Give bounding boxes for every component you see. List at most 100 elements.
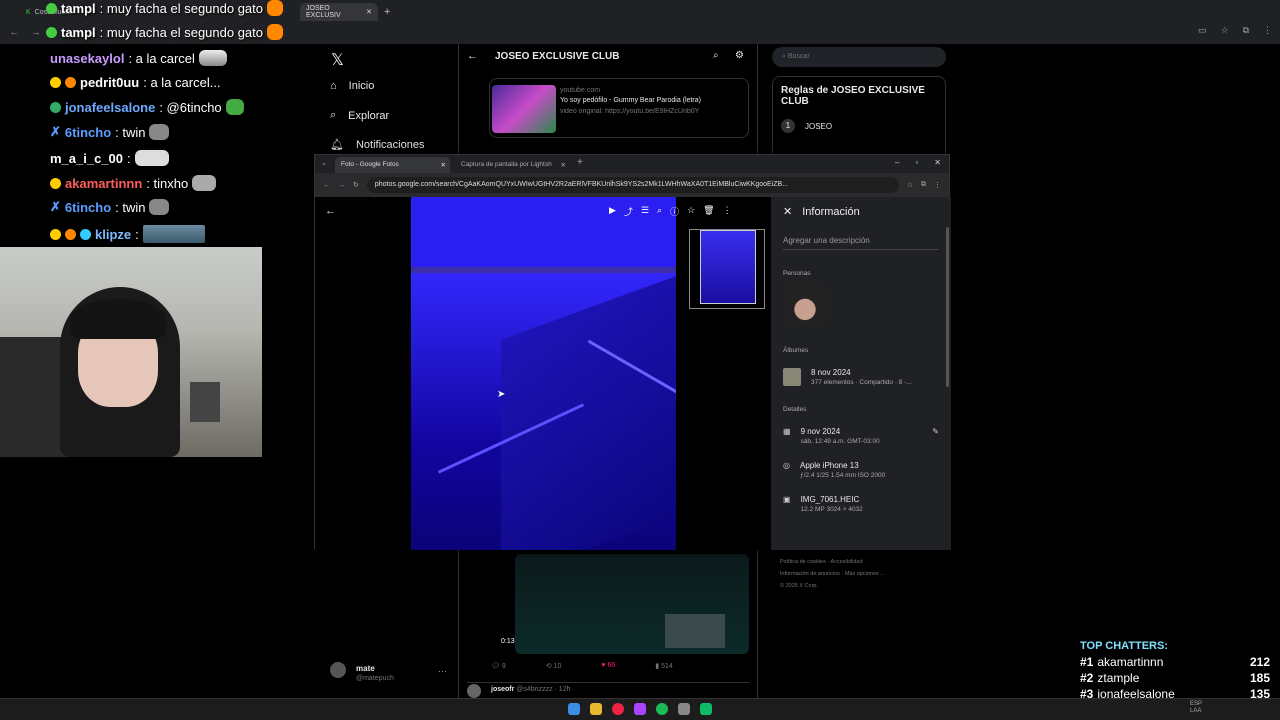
close-icon[interactable]: ✕ bbox=[441, 161, 446, 169]
divider bbox=[467, 682, 749, 683]
photo bbox=[411, 197, 676, 550]
new-tab-button[interactable]: + bbox=[378, 3, 392, 21]
windows-start-icon[interactable] bbox=[568, 703, 580, 715]
scrollbar[interactable] bbox=[946, 227, 949, 387]
rules-card: Reglas de JOSEO EXCLUSIVE CLUB 1 JOSEO bbox=[772, 76, 946, 166]
share-icon[interactable]: ⤴ bbox=[624, 205, 633, 218]
date-row: ▦ 9 nov 2024 sáb, 12:49 a.m. GMT-03:00 ✎ bbox=[783, 427, 939, 445]
image-icon: ▣ bbox=[783, 495, 791, 504]
search-icon: ⌕ bbox=[330, 109, 337, 121]
link-card[interactable]: youtube.com Yo soy pedófilo - Gummy Bear… bbox=[489, 78, 749, 138]
album-row[interactable]: 8 nov 2024 377 elementos · Compartido · 8… bbox=[783, 368, 939, 386]
info-icon[interactable]: ⓘ bbox=[670, 205, 679, 218]
star-icon[interactable]: ☆ bbox=[687, 205, 695, 218]
gear-icon[interactable]: ⚙ bbox=[735, 50, 744, 61]
speaker bbox=[190, 382, 220, 422]
video-time: 0:13 bbox=[501, 638, 515, 645]
x-logo-icon[interactable]: 𝕏 bbox=[331, 50, 344, 70]
extension-icon[interactable]: ⧉ bbox=[1243, 25, 1249, 36]
folder-icon[interactable] bbox=[590, 703, 602, 715]
info-header: ✕ Información bbox=[783, 205, 939, 219]
photo-edge bbox=[411, 267, 676, 273]
footer-link[interactable]: Accesibilidad bbox=[830, 559, 862, 565]
video-frame bbox=[665, 614, 725, 648]
pencil-icon[interactable]: ✎ bbox=[932, 427, 939, 436]
back-icon[interactable]: ← bbox=[8, 27, 20, 37]
person-face[interactable] bbox=[783, 283, 827, 327]
views-button[interactable]: ▮ 514 bbox=[655, 662, 672, 670]
window-tab[interactable]: Captura de pantalla por Lightsh ✕ bbox=[455, 157, 570, 173]
back-arrow-icon[interactable]: ← bbox=[467, 50, 478, 62]
url-input[interactable]: photos.google.com/search/CgAaKAomQUYxUWI… bbox=[366, 177, 899, 193]
repost-button[interactable]: ⟲ 10 bbox=[546, 662, 562, 670]
footer-link[interactable]: Política de cookies bbox=[780, 559, 826, 565]
search-input[interactable]: ⌕ Buscar bbox=[772, 47, 946, 67]
avatar[interactable] bbox=[467, 684, 481, 698]
menu-icon[interactable]: ⋮ bbox=[934, 181, 941, 189]
account-name: mate bbox=[356, 664, 375, 673]
back-icon[interactable]: ← bbox=[323, 182, 330, 189]
post-author: joseofr @s4brizzzz · 12h bbox=[491, 686, 571, 693]
window-controls: – ▫ ✕ bbox=[895, 158, 941, 167]
minimize-icon[interactable]: – bbox=[895, 158, 899, 167]
chat-message: tampl: muy facha el segundo gato bbox=[46, 24, 284, 40]
nav-label: Inicio bbox=[348, 80, 375, 92]
video-player[interactable]: 0:13 bbox=[501, 554, 749, 654]
close-icon[interactable]: ✕ bbox=[934, 158, 941, 167]
card-domain: youtube.com bbox=[560, 87, 601, 94]
edit-icon[interactable]: ☰ bbox=[641, 205, 649, 218]
extension-icon[interactable]: ⧉ bbox=[921, 181, 926, 189]
zoom-icon[interactable]: ⌕ bbox=[657, 205, 662, 218]
chat-message: jonafeelsalone: @6tincho bbox=[50, 99, 244, 115]
album-thumbnail bbox=[783, 368, 801, 386]
close-icon[interactable]: ✕ bbox=[783, 205, 792, 218]
reply-button[interactable]: 💬︎ 9 bbox=[491, 662, 506, 670]
nav-notifications[interactable]: 🔔︎ Notificaciones bbox=[330, 138, 424, 152]
footer-links: Política de cookies · Accesibilidad Info… bbox=[780, 559, 885, 589]
app-icon[interactable] bbox=[634, 703, 646, 715]
star-icon[interactable]: ☆ bbox=[1220, 25, 1228, 36]
forward-icon[interactable]: → bbox=[338, 182, 345, 189]
back-arrow-icon[interactable]: ← bbox=[325, 205, 336, 217]
play-icon[interactable]: ▶ bbox=[609, 205, 616, 218]
new-tab-button[interactable]: + bbox=[577, 157, 583, 168]
tab-search-icon[interactable]: ⌄ bbox=[321, 159, 327, 167]
description-input[interactable]: Agregar una descripción bbox=[783, 236, 939, 250]
nav-home[interactable]: ⌂ Inicio bbox=[330, 80, 374, 92]
star-icon[interactable]: ☆ bbox=[907, 181, 913, 189]
info-title: Información bbox=[802, 205, 860, 218]
like-button[interactable]: ♥ 66 bbox=[601, 662, 615, 670]
chat-message: ✗ 6tincho: twin bbox=[50, 124, 170, 140]
trash-icon[interactable]: 🗑︎ bbox=[703, 205, 714, 218]
reload-icon[interactable]: ↻ bbox=[353, 181, 359, 189]
window-tab-active[interactable]: Foto - Google Fotos ✕ bbox=[335, 157, 450, 173]
menu-icon[interactable]: ⋮ bbox=[1263, 25, 1272, 36]
chatter-row: #1 akamartinnn 212 bbox=[1080, 655, 1270, 669]
albums-label: Álbumes bbox=[783, 347, 809, 354]
sword-icon: ✗ bbox=[50, 199, 61, 214]
cast-icon[interactable]: ▭ bbox=[1198, 25, 1207, 36]
chat-message: pedrit0uu: a la carcel... bbox=[50, 75, 221, 90]
nav-explore[interactable]: ⌕ Explorar bbox=[330, 109, 389, 122]
close-icon[interactable]: ✕ bbox=[366, 8, 372, 16]
footer-link[interactable]: Información de anuncios bbox=[780, 571, 840, 577]
maximize-icon[interactable]: ▫ bbox=[915, 158, 918, 167]
steam-icon[interactable] bbox=[700, 703, 712, 715]
search-icon[interactable]: ⌕ bbox=[713, 50, 719, 61]
avatar[interactable] bbox=[330, 662, 346, 678]
language-indicator[interactable]: ESP LAA bbox=[1190, 701, 1202, 715]
more-icon[interactable]: ⋮ bbox=[723, 205, 732, 218]
minimap[interactable] bbox=[689, 229, 765, 309]
photo-toolbar: ▶ ⤴ ☰ ⌕ ⓘ ☆ 🗑︎ ⋮ bbox=[609, 205, 732, 218]
close-icon[interactable]: ✕ bbox=[561, 161, 566, 169]
footer-link[interactable]: Más opciones ... bbox=[845, 571, 885, 577]
tab-label: JOSEO EXCLUSIV bbox=[306, 5, 341, 19]
spotify-icon[interactable] bbox=[656, 703, 668, 715]
browser-tab-active[interactable]: JOSEO EXCLUSIV ✕ bbox=[300, 3, 378, 21]
card-title: Yo soy pedófilo - Gummy Bear Parodia (le… bbox=[560, 97, 701, 104]
chrome-icon[interactable] bbox=[612, 703, 624, 715]
camera-row: ◎ Apple iPhone 13 ƒ/2.4 1/25 1.54 mm ISO … bbox=[783, 461, 886, 479]
forward-icon[interactable]: → bbox=[30, 27, 42, 37]
app-icon[interactable] bbox=[678, 703, 690, 715]
more-icon[interactable]: ··· bbox=[438, 666, 447, 676]
